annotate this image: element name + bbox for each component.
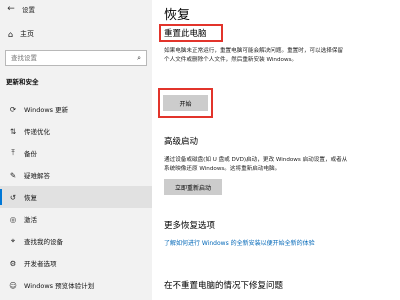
sidebar-item-label: 查找我的设备 [24,238,63,246]
fix-without-reset-heading: 在不重置电脑的情况下修复问题 [164,281,284,291]
main-content: 恢复 重置此电脑 如果电脑未正常运行，重置电脑可能会解决问题。重置时，可以选择保… [152,0,400,300]
search-box[interactable]: ⌕ [5,50,147,66]
more-recovery-heading: 更多恢复选项 [164,221,216,231]
advanced-description-line: 通过设备或磁盘(如 U 盘或 DVD)启动，更改 Windows 启动设置，或者… [164,157,348,163]
developer-icon: ⚙ [9,258,17,268]
advanced-description-line: 系统映像还原 Windows。这将重新启动电脑。 [164,165,281,172]
sidebar-item-recovery[interactable]: ↺ 恢复 [0,186,152,208]
wrench-icon: ✎ [9,170,17,180]
sidebar-item-windows-update[interactable]: ⟳ Windows 更新 [0,98,152,120]
sidebar-item-label: 激活 [24,216,37,224]
sidebar-item-backup[interactable]: ⤒ 备份 [0,142,152,164]
reset-description-line: 个人文件或删除个人文件，然后重新安装 Windows。 [164,56,298,63]
sidebar-item-label: 传递优化 [24,128,50,136]
title-bar: ← 设置 [0,0,152,18]
reset-description: 如果电脑未正常运行，重置电脑可能会解决问题。重置时，可以选择保留 个人文件或删除… [164,47,396,64]
sidebar: ← 设置 ⌂ 主页 ⌕ 更新和安全 ⟳ Windows 更新 ⇅ 传递优化 ⤒ … [0,0,152,300]
reset-heading: 重置此电脑 [164,29,207,39]
sidebar-item-find-my-device[interactable]: ⌖ 查找我的设备 [0,230,152,252]
sidebar-item-troubleshoot[interactable]: ✎ 疑难解答 [0,164,152,186]
reset-description-line: 如果电脑未正常运行，重置电脑可能会解决问题。重置时，可以选择保留 [164,48,344,54]
sidebar-item-label: Windows 预览体验计划 [24,282,95,290]
sidebar-item-label: 备份 [24,150,37,158]
find-device-icon: ⌖ [10,236,16,245]
home-label: 主页 [20,30,34,38]
sidebar-item-label: Windows 更新 [24,106,69,114]
back-button[interactable]: ← [0,0,22,18]
recovery-icon: ↺ [9,192,17,202]
activation-icon: ◎ [9,214,17,224]
sidebar-item-delivery-optimization[interactable]: ⇅ 传递优化 [0,120,152,142]
backup-icon: ⤒ [11,148,15,157]
home-link[interactable]: ⌂ 主页 [0,26,152,42]
window-title: 设置 [22,6,35,14]
delivery-optimization-icon: ⇅ [9,126,17,136]
section-title: 更新和安全 [6,78,39,86]
sidebar-nav: ⟳ Windows 更新 ⇅ 传递优化 ⤒ 备份 ✎ 疑难解答 ↺ 恢复 ◎ 激… [0,98,152,296]
sync-icon: ⟳ [9,104,17,114]
home-icon: ⌂ [8,29,14,39]
start-button[interactable]: 开始 [163,95,208,111]
clean-install-link[interactable]: 了解如何进行 Windows 的全新安装以便开始全新的体验 [164,238,315,247]
page-title: 恢复 [164,8,191,23]
insider-icon: ☺ [9,280,17,290]
sidebar-item-label: 恢复 [24,194,37,202]
restart-now-button[interactable]: 立即重新启动 [164,179,222,195]
search-input[interactable] [11,54,129,62]
sidebar-item-developer-options[interactable]: ⚙ 开发者选项 [0,252,152,274]
sidebar-item-activation[interactable]: ◎ 激活 [0,208,152,230]
sidebar-item-label: 开发者选项 [24,260,57,268]
advanced-startup-heading: 高级启动 [164,137,199,147]
back-arrow-icon: ← [7,4,15,14]
sidebar-item-label: 疑难解答 [24,172,50,180]
search-icon[interactable]: ⌕ [137,54,141,63]
sidebar-item-windows-insider[interactable]: ☺ Windows 预览体验计划 [0,274,152,296]
advanced-startup-description: 通过设备或磁盘(如 U 盘或 DVD)启动，更改 Windows 启动设置，或者… [164,156,396,173]
